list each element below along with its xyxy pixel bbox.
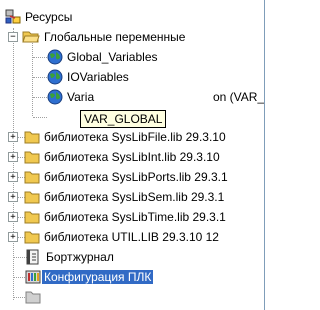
folder-icon — [24, 171, 40, 184]
tree-node-label: библиотека SysLibPorts.lib 29.3.1 — [44, 170, 228, 184]
tree-node-library[interactable]: + библиотека SysLibInt.lib 29.3.10 — [0, 147, 264, 167]
journal-icon — [26, 249, 39, 265]
expand-toggle[interactable]: + — [8, 152, 18, 162]
tree-node-library[interactable]: + библиотека SysLibFile.lib 29.3.10 — [0, 127, 264, 147]
globe-icon — [47, 49, 63, 65]
folder-icon — [24, 231, 40, 244]
tree-node-io-variables[interactable]: IOVariables — [0, 67, 264, 87]
tree-node-label: Ресурсы — [25, 10, 73, 24]
tree-node-label: Глобальные переменные — [44, 30, 186, 44]
tree-node-library[interactable]: + библиотека SysLibSem.lib 29.3.1 — [0, 187, 264, 207]
tree-connector-line — [33, 117, 47, 118]
tree-node-partial[interactable] — [0, 287, 264, 307]
tree-node-journal[interactable]: Бортжурнал — [0, 247, 264, 267]
tree-node-label: IOVariables — [67, 70, 129, 84]
expand-toggle[interactable]: + — [8, 192, 18, 202]
folder-icon — [24, 131, 40, 144]
tree-node-label: Бортжурнал — [46, 250, 114, 264]
tree-node-label-suffix: on (VAR_ — [213, 90, 265, 104]
folder-icon — [24, 211, 40, 224]
tree-node-library[interactable]: + библиотека SysLibPorts.lib 29.3.1 — [0, 167, 264, 187]
tree-node-resources[interactable]: Ресурсы — [0, 7, 264, 27]
tree-node-plc-config[interactable]: Конфигурация ПЛК — [0, 267, 264, 287]
tree-node-global-vars-list[interactable]: Global_Variables — [0, 47, 264, 67]
tooltip: VAR_GLOBAL — [80, 110, 167, 128]
resources-icon — [5, 9, 21, 24]
tree-node-label: Varia — [67, 90, 95, 104]
expand-toggle[interactable]: + — [8, 132, 18, 142]
expand-toggle[interactable]: + — [8, 232, 18, 242]
folder-icon — [24, 151, 40, 164]
tree-node-library[interactable]: + библиотека UTIL.LIB 29.3.10 12 — [0, 227, 264, 247]
expand-toggle[interactable]: + — [8, 212, 18, 222]
tree-node-label: библиотека SysLibSem.lib 29.3.1 — [44, 190, 225, 204]
expand-toggle[interactable]: + — [8, 172, 18, 182]
tree-node-label: Конфигурация ПЛК — [42, 270, 154, 284]
tree-node-label: библиотека UTIL.LIB 29.3.10 12 — [44, 230, 219, 244]
folder-icon — [25, 291, 41, 304]
tree-node-label: библиотека SysLibFile.lib 29.3.10 — [44, 130, 226, 144]
tree-node-global-variables[interactable]: − Глобальные переменные — [0, 27, 264, 47]
tree-node-library[interactable]: + библиотека SysLibTime.lib 29.3.1 — [0, 207, 264, 227]
folder-icon — [24, 191, 40, 204]
tree-node-label: библиотека SysLibInt.lib 29.3.10 — [44, 150, 220, 164]
plc-config-icon — [25, 270, 41, 284]
tree-node-label: Global_Variables — [67, 50, 158, 64]
tree-node-variables-config[interactable]: Varia on (VAR_ — [0, 87, 264, 107]
folder-open-icon — [22, 31, 40, 43]
resources-tree[interactable]: Ресурсы − Глобальные переменные Global_V… — [0, 0, 265, 310]
tree-node-label: библиотека SysLibTime.lib 29.3.1 — [44, 210, 226, 224]
collapse-toggle[interactable]: − — [8, 32, 18, 42]
globe-icon — [47, 69, 63, 85]
globe-icon — [47, 89, 63, 105]
